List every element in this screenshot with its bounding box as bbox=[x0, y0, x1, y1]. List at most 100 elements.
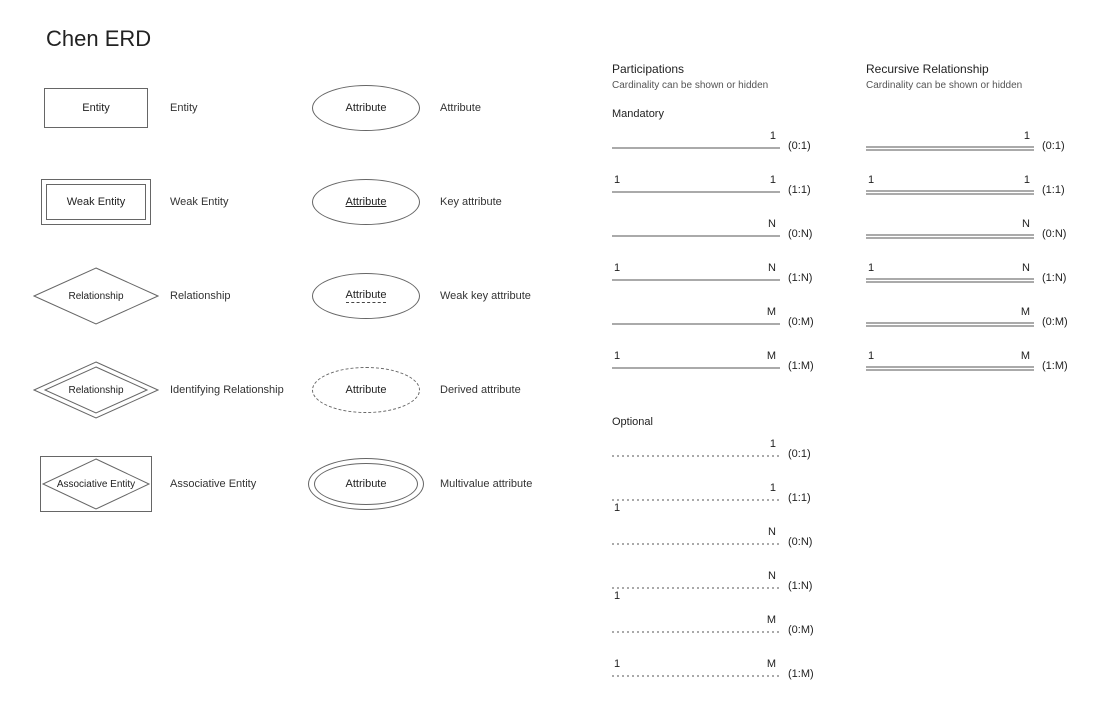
cardinality-line: M (0:M) bbox=[612, 308, 832, 352]
cardinality-ratio: (0:N) bbox=[788, 536, 812, 548]
recursive-heading: Recursive Relationship bbox=[866, 62, 989, 76]
cardinality-right: M bbox=[756, 658, 776, 670]
cardinality-left: 1 bbox=[614, 658, 620, 670]
cardinality-ratio: (1:1) bbox=[788, 184, 811, 196]
associative-entity-rect: Associative Entity bbox=[40, 456, 152, 512]
entity-rect: Entity bbox=[44, 88, 148, 128]
identifying-relationship-shape: Relationship bbox=[36, 362, 156, 418]
shape-desc: Attribute bbox=[440, 102, 570, 114]
recursive-lines: 1(0:1)11(1:1)N(0:N)1N(1:N)M(0:M)1M(1:M) bbox=[866, 132, 1086, 396]
cardinality-ratio: (0:N) bbox=[1042, 228, 1066, 240]
shape-legend: Entity Entity Attribute Attribute Weak E… bbox=[36, 80, 596, 550]
cardinality-right: 1 bbox=[1010, 174, 1030, 186]
attribute-ellipse: Attribute bbox=[312, 85, 420, 131]
cardinality-ratio: (1:1) bbox=[788, 492, 811, 504]
legend-row: Associative Entity Associative Entity At… bbox=[36, 456, 596, 512]
cardinality-line: 1(0:1) bbox=[612, 440, 832, 484]
key-attribute-shape: Attribute bbox=[306, 174, 426, 230]
cardinality-ratio: (1:M) bbox=[788, 668, 814, 680]
shape-desc: Derived attribute bbox=[440, 384, 570, 396]
cardinality-right: M bbox=[756, 350, 776, 362]
shape-desc: Relationship bbox=[170, 290, 300, 302]
shape-label: Entity bbox=[82, 102, 110, 114]
shape-desc: Key attribute bbox=[440, 196, 570, 208]
cardinality-right: N bbox=[756, 526, 776, 538]
shape-desc: Multivalue attribute bbox=[440, 478, 570, 490]
legend-row: Weak Entity Weak Entity Attribute Key at… bbox=[36, 174, 596, 230]
cardinality-line: 11(1:1) bbox=[866, 176, 1086, 220]
shape-desc: Weak key attribute bbox=[440, 290, 570, 302]
cardinality-line: 1 M (1:M) bbox=[866, 352, 1086, 396]
shape-desc: Entity bbox=[170, 102, 300, 114]
cardinality-line: M (0:M) bbox=[612, 616, 832, 660]
legend-row: Entity Entity Attribute Attribute bbox=[36, 80, 596, 136]
cardinality-ratio: (1:N) bbox=[788, 272, 812, 284]
multivalue-outer: Attribute bbox=[308, 458, 424, 510]
participations-heading: Participations bbox=[612, 62, 684, 76]
recursive-sub: Cardinality can be shown or hidden bbox=[866, 80, 1022, 91]
key-attribute-ellipse: Attribute bbox=[312, 179, 420, 225]
weak-key-attribute-ellipse: Attribute bbox=[312, 273, 420, 319]
cardinality-right: M bbox=[1010, 306, 1030, 318]
cardinality-ratio: (1:N) bbox=[788, 580, 812, 592]
shape-desc: Associative Entity bbox=[170, 478, 300, 490]
cardinality-left: 1 bbox=[868, 262, 874, 274]
weak-key-attribute-shape: Attribute bbox=[306, 268, 426, 324]
cardinality-ratio: (1:M) bbox=[788, 360, 814, 372]
shape-label: Attribute bbox=[346, 478, 387, 490]
shape-label: Associative Entity bbox=[57, 479, 135, 490]
shape-label: Weak Entity bbox=[67, 196, 126, 208]
cardinality-line: 1 M (1:M) bbox=[612, 660, 832, 704]
cardinality-right: N bbox=[756, 262, 776, 274]
cardinality-line: 1(0:1) bbox=[866, 132, 1086, 176]
associative-entity-shape: Associative Entity bbox=[36, 456, 156, 512]
cardinality-line: N (0:N) bbox=[866, 220, 1086, 264]
cardinality-left: 1 bbox=[868, 350, 874, 362]
shape-desc: Weak Entity bbox=[170, 196, 300, 208]
shape-label: Attribute bbox=[346, 102, 387, 114]
multivalue-attribute-shape: Attribute bbox=[306, 456, 426, 512]
relationship-diamond: Relationship bbox=[61, 261, 131, 331]
cardinality-ratio: (0:M) bbox=[1042, 316, 1068, 328]
relationship-shape: Relationship bbox=[36, 268, 156, 324]
cardinality-ratio: (1:M) bbox=[1042, 360, 1068, 372]
mandatory-lines: 1(0:1)11(1:1)N(0:N)1N(1:N)M(0:M)1M(1:M) bbox=[612, 132, 832, 396]
shape-label: Attribute bbox=[346, 384, 387, 396]
cardinality-right: N bbox=[1010, 262, 1030, 274]
cardinality-ratio: (0:M) bbox=[788, 316, 814, 328]
cardinality-ratio: (0:1) bbox=[788, 448, 811, 460]
cardinality-line: M (0:M) bbox=[866, 308, 1086, 352]
cardinality-right: N bbox=[1010, 218, 1030, 230]
cardinality-ratio: (0:M) bbox=[788, 624, 814, 636]
cardinality-line: N (0:N) bbox=[612, 528, 832, 572]
shape-label: Attribute bbox=[346, 196, 387, 208]
cardinality-ratio: (1:N) bbox=[1042, 272, 1066, 284]
cardinality-right: 1 bbox=[756, 482, 776, 494]
cardinality-right: M bbox=[756, 306, 776, 318]
cardinality-line: 1N(1:N) bbox=[612, 264, 832, 308]
derived-attribute-ellipse: Attribute bbox=[312, 367, 420, 413]
mandatory-heading: Mandatory bbox=[612, 108, 664, 120]
cardinality-left: 1 bbox=[614, 350, 620, 362]
cardinality-right: 1 bbox=[756, 130, 776, 142]
cardinality-right: N bbox=[756, 218, 776, 230]
shape-label: Relationship bbox=[33, 361, 159, 419]
cardinality-line: 11(1:1) bbox=[612, 176, 832, 220]
shape-label: Relationship bbox=[33, 267, 159, 325]
cardinality-ratio: (1:1) bbox=[1042, 184, 1065, 196]
cardinality-ratio: (0:1) bbox=[788, 140, 811, 152]
weak-entity-outer: Weak Entity bbox=[41, 179, 151, 225]
cardinality-ratio: (0:N) bbox=[788, 228, 812, 240]
cardinality-left: 1 bbox=[614, 174, 620, 186]
optional-lines: 1(0:1)11(1:1)N(0:N)1N(1:N)M(0:M)1M(1:M) bbox=[612, 440, 832, 704]
legend-row: Relationship Relationship Attribute Weak… bbox=[36, 268, 596, 324]
cardinality-right: M bbox=[756, 614, 776, 626]
cardinality-line: 1N(1:N) bbox=[612, 572, 832, 616]
multivalue-inner: Attribute bbox=[314, 463, 418, 505]
weak-entity-shape: Weak Entity bbox=[36, 174, 156, 230]
cardinality-line: 11(1:1) bbox=[612, 484, 832, 528]
cardinality-line: N (0:N) bbox=[612, 220, 832, 264]
shape-label: Attribute bbox=[346, 289, 387, 303]
cardinality-right: M bbox=[1010, 350, 1030, 362]
shape-desc: Identifying Relationship bbox=[170, 384, 300, 396]
